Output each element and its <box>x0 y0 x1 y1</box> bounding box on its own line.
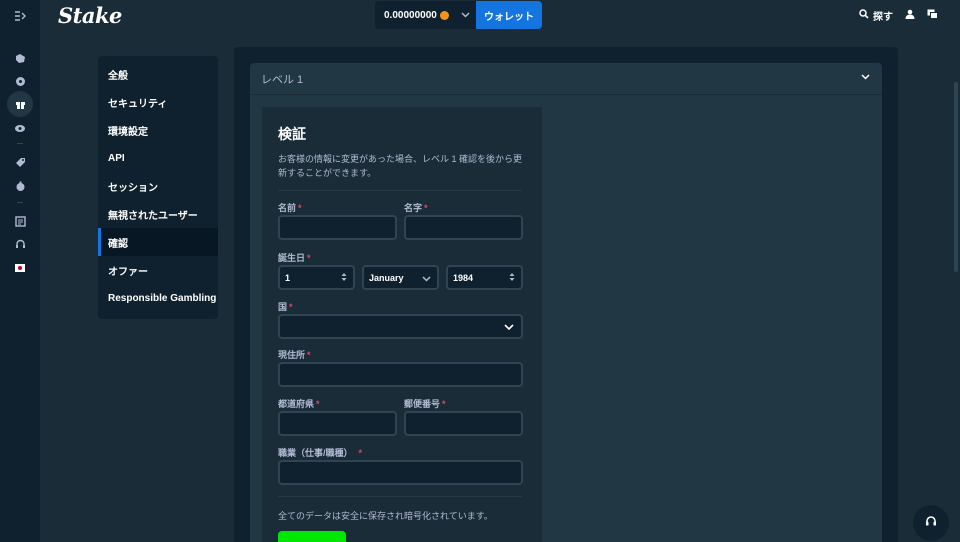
header-actions: 探す <box>859 8 938 23</box>
chat-icon <box>927 9 938 22</box>
nav-item-preferences[interactable]: 環境設定 <box>98 116 218 144</box>
rail-divider <box>17 143 23 144</box>
last-name-input[interactable] <box>404 215 523 240</box>
form-divider <box>278 496 522 497</box>
dob-day-value: 1 <box>285 272 291 283</box>
stepper-icon <box>509 272 515 284</box>
language-flag-icon[interactable] <box>10 258 30 278</box>
nav-item-sessions[interactable]: セッション <box>98 172 218 200</box>
search-label: 探す <box>873 12 893 23</box>
postal-code-input[interactable] <box>404 411 523 436</box>
nav-item-security[interactable]: セキュリティ <box>98 88 218 116</box>
level-title: レベル 1 <box>261 73 304 86</box>
nav-item-api[interactable]: API <box>98 144 218 172</box>
submit-button[interactable] <box>278 531 346 542</box>
scrollbar-thumb[interactable] <box>954 82 958 272</box>
address-label: 現住所 * <box>278 350 311 360</box>
stepper-icon <box>341 272 347 284</box>
live-icon[interactable] <box>10 118 30 138</box>
postal-code-label: 郵便番号 * <box>404 399 446 409</box>
chevron-down-icon <box>461 10 470 20</box>
rail-divider <box>17 202 23 203</box>
nav-item-responsible-gambling[interactable]: Responsible Gambling <box>98 284 218 312</box>
casino-icon[interactable] <box>10 48 30 68</box>
level-accordion-header[interactable]: レベル 1 <box>250 63 882 95</box>
page-scrollbar[interactable] <box>952 34 960 542</box>
last-name-label: 名字 * <box>404 203 428 213</box>
form-title: 検証 <box>278 126 306 142</box>
chevron-down-icon <box>861 72 870 83</box>
form-divider <box>278 190 522 191</box>
dob-month-select[interactable]: January <box>362 265 439 290</box>
live-support-button[interactable] <box>913 505 949 541</box>
dob-year-stepper[interactable]: 1984 <box>446 265 523 290</box>
search-icon <box>859 9 869 22</box>
bitcoin-coin-icon <box>439 10 449 20</box>
balance-amount: 0.00000000 <box>384 9 437 21</box>
occupation-label: 職業（仕事/職種） * <box>278 448 363 458</box>
first-name-label: 名前 * <box>278 203 302 213</box>
nav-item-ignored-users[interactable]: 無視されたユーザー <box>98 200 218 228</box>
nav-item-general[interactable]: 全般 <box>98 60 218 88</box>
first-name-input[interactable] <box>278 215 397 240</box>
profile-button[interactable] <box>905 9 915 22</box>
promotions-icon[interactable] <box>10 152 30 172</box>
dob-month-value: January <box>369 272 404 283</box>
address-input[interactable] <box>278 362 523 387</box>
dob-label: 誕生日 * <box>278 253 311 263</box>
sports-icon[interactable] <box>10 71 30 91</box>
form-description: お客様の情報に変更があった場合、レベル 1 確認を後から更新することができます。 <box>278 154 523 178</box>
search-button[interactable]: 探す <box>859 8 893 23</box>
chevron-down-icon <box>504 323 514 333</box>
expand-menu-icon[interactable] <box>10 6 30 26</box>
country-select[interactable] <box>278 314 523 339</box>
nav-item-verify[interactable]: 確認 <box>98 228 218 256</box>
dob-year-value: 1984 <box>453 272 474 283</box>
rewards-icon[interactable] <box>7 91 33 117</box>
prefecture-label: 都道府県 * <box>278 399 320 409</box>
sponsorship-icon[interactable] <box>10 176 30 196</box>
wallet-button[interactable]: ウォレット <box>476 1 542 29</box>
nav-item-offers[interactable]: オファー <box>98 256 218 284</box>
blog-icon[interactable] <box>10 211 30 231</box>
settings-nav: 全般 セキュリティ 環境設定 API セッション 無視されたユーザー 確認 オフ… <box>98 56 218 319</box>
support-icon[interactable] <box>10 234 30 254</box>
headset-icon <box>925 514 937 532</box>
chevron-down-icon <box>422 274 431 284</box>
security-note: 全てのデータは安全に保存され暗号化されています。 <box>278 511 493 521</box>
stake-logo[interactable]: Stake <box>58 3 122 28</box>
prefecture-input[interactable] <box>278 411 397 436</box>
user-icon <box>905 9 915 22</box>
occupation-input[interactable] <box>278 460 523 485</box>
side-rail <box>0 0 40 542</box>
dob-day-stepper[interactable]: 1 <box>278 265 355 290</box>
country-label: 国 * <box>278 302 293 312</box>
chat-button[interactable] <box>927 9 938 22</box>
balance-selector[interactable]: 0.00000000 <box>375 1 477 29</box>
